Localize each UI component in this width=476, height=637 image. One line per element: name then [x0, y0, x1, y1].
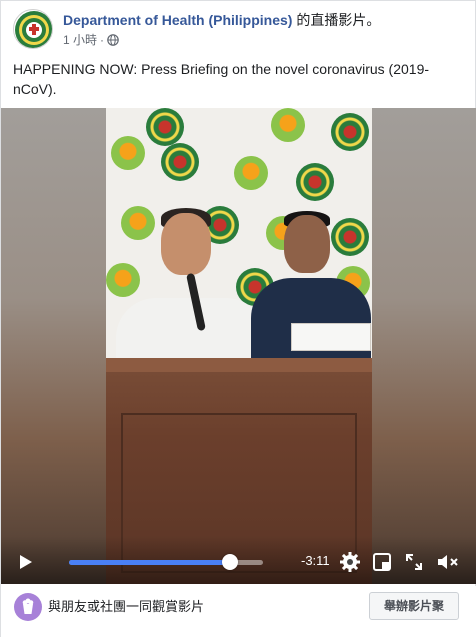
watch-party-bar: 與朋友或社團一同觀賞影片 舉辦影片聚 — [1, 586, 476, 637]
backdrop-campaign-logo — [106, 263, 140, 297]
globe-icon[interactable] — [107, 34, 119, 46]
doh-seal-icon — [15, 11, 52, 48]
backdrop-campaign-logo — [234, 156, 268, 190]
live-video-suffix: 的直播影片。 — [292, 12, 381, 28]
host-watch-party-button[interactable]: 舉辦影片聚 — [369, 592, 459, 620]
page-avatar[interactable] — [13, 9, 53, 49]
speaker-head — [161, 213, 211, 275]
post-meta: 1 小時 · — [63, 32, 119, 48]
backdrop-campaign-logo — [271, 108, 305, 142]
nameplate — [291, 323, 371, 351]
meta-separator: · — [100, 33, 105, 47]
watch-party-icon — [14, 593, 42, 621]
popcorn-icon — [22, 598, 34, 614]
fullscreen-icon[interactable] — [403, 551, 425, 573]
backdrop-seal-logo — [161, 143, 199, 181]
video-player[interactable]: -3:11 — [1, 108, 476, 584]
picture-in-picture-icon[interactable] — [371, 551, 393, 573]
backdrop-campaign-logo — [111, 136, 145, 170]
watch-party-label: 與朋友或社團一同觀賞影片 — [48, 599, 205, 614]
backdrop-seal-logo — [331, 113, 369, 151]
play-icon[interactable] — [15, 552, 35, 572]
post-author-line: Department of Health (Philippines) 的直播影片… — [63, 11, 380, 29]
post-header: Department of Health (Philippines) 的直播影片… — [1, 1, 476, 57]
seek-bar[interactable] — [69, 554, 263, 570]
post-timestamp[interactable]: 1 小時 — [63, 32, 97, 48]
backdrop-seal-logo — [296, 163, 334, 201]
settings-gear-icon[interactable] — [339, 551, 361, 573]
seek-bar-thumb[interactable] — [222, 554, 239, 570]
video-frame — [106, 108, 372, 584]
post-message: HAPPENING NOW: Press Briefing on the nov… — [13, 61, 430, 97]
table-top — [106, 358, 372, 372]
facebook-post: Department of Health (Philippines) 的直播影片… — [0, 0, 476, 637]
time-remaining: -3:11 — [301, 553, 330, 568]
page-name-link[interactable]: Department of Health (Philippines) — [63, 12, 292, 28]
backdrop-campaign-logo — [121, 206, 155, 240]
backdrop-seal-logo — [331, 218, 369, 256]
backdrop-seal-logo — [146, 108, 184, 146]
seek-bar-progress — [69, 560, 231, 565]
video-controls: -3:11 — [1, 536, 476, 584]
official-head — [284, 215, 330, 273]
mute-speaker-icon[interactable] — [435, 551, 461, 573]
